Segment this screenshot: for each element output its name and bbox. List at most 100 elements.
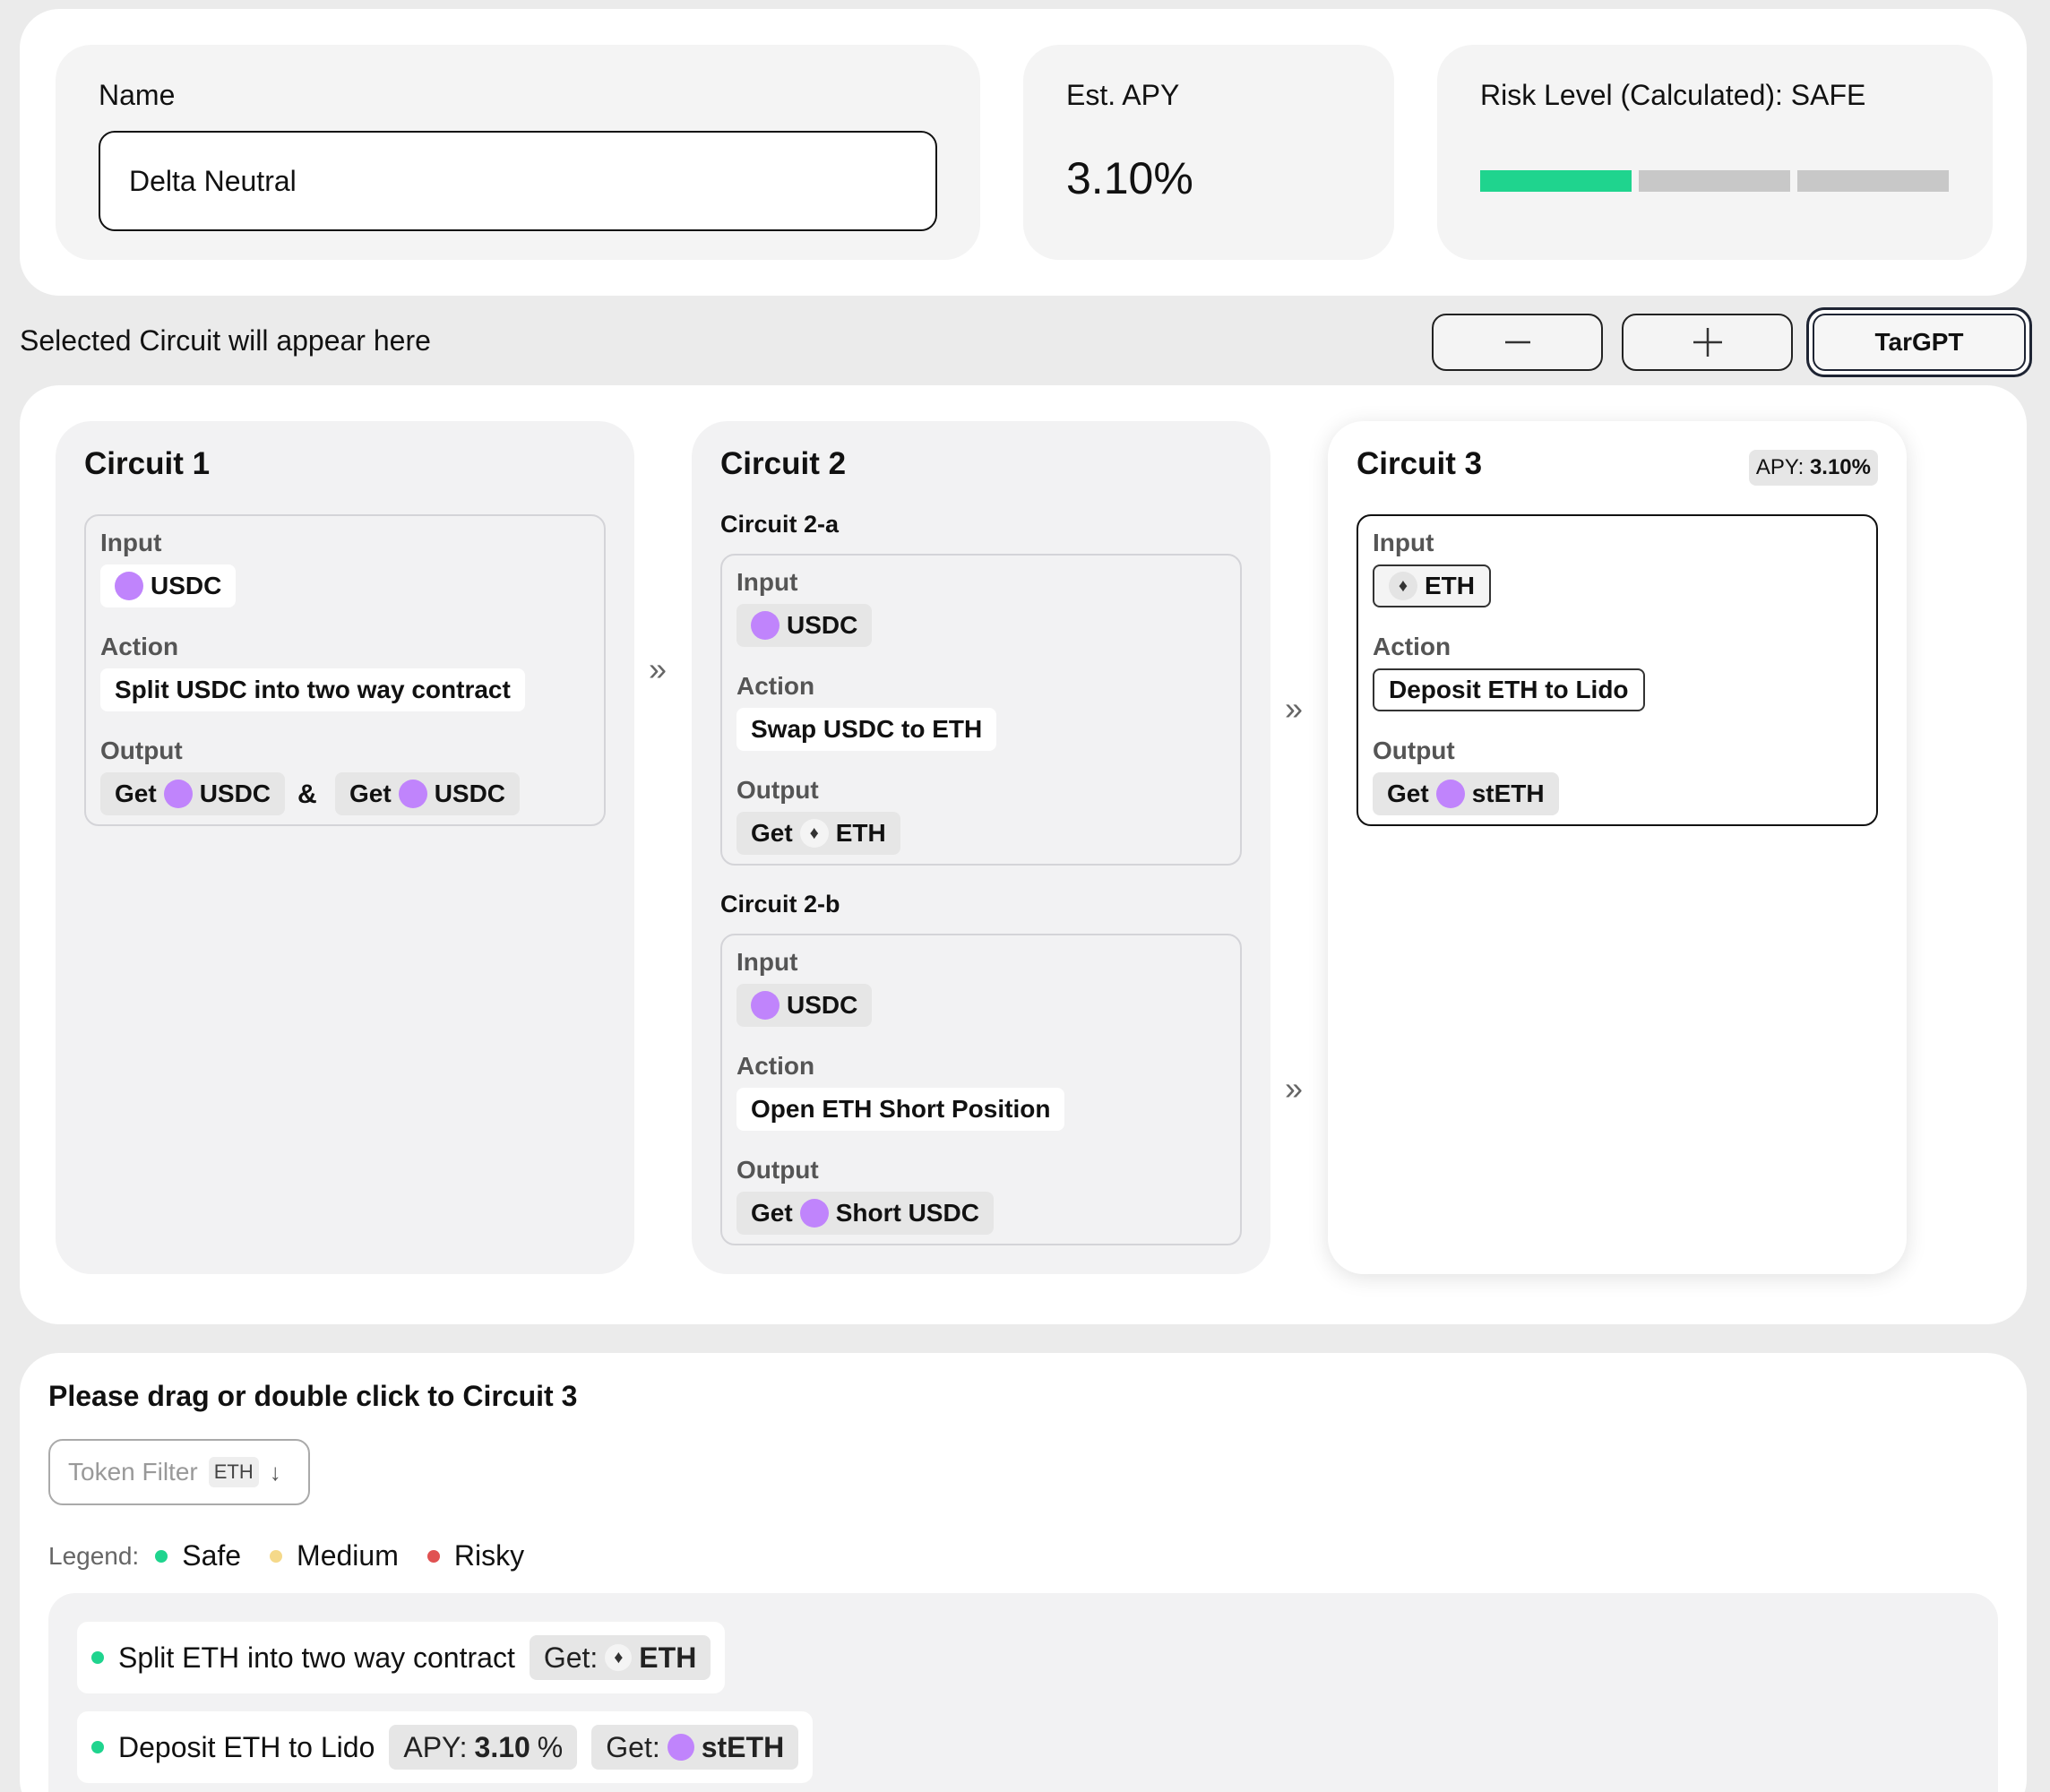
legend-label: Safe [182, 1539, 242, 1572]
risk-label: Risk Level (Calculated): SAFE [1480, 79, 1866, 111]
risk-meter [1480, 170, 1949, 192]
token-label: stETH [1471, 780, 1545, 807]
steth-token-icon [667, 1734, 694, 1761]
targpt-label: TarGPT [1813, 314, 2026, 371]
token-filter-select[interactable]: Token Filter ETH ↓ [48, 1439, 310, 1505]
usdc-token-icon [398, 780, 427, 808]
plus-icon [1693, 328, 1722, 357]
action-text: Swap USDC to ETH [751, 715, 983, 743]
action-chip: Open ETH Short Position [736, 1088, 1065, 1131]
circuit-step-box[interactable]: Input USDC Action Open ETH Short Positio… [720, 934, 1242, 1245]
name-label: Name [99, 79, 176, 111]
risk-card: Risk Level (Calculated): SAFE [1437, 45, 1993, 260]
apy-value: 3.10 [474, 1730, 530, 1763]
output-prefix: Get [349, 780, 392, 807]
name-input[interactable] [99, 131, 937, 231]
sub-circuit-title: Circuit 2-a [720, 511, 840, 538]
risk-legend: Legend: Safe Medium Risky [48, 1539, 537, 1572]
output-token-chip: Get stETH [1373, 772, 1559, 815]
get-prefix: Get: [606, 1730, 660, 1763]
apy-prefix: APY: [1755, 455, 1805, 479]
action-label: Action [736, 1052, 815, 1080]
circuits-panel: Circuit 1 Input USDC Action Split USDC i… [20, 385, 2027, 1324]
targpt-button[interactable]: TarGPT [1806, 307, 2032, 377]
output-prefix: Get [1387, 780, 1429, 807]
circuit-3-card[interactable]: Circuit 3 APY: 3.10% Input ♦ ETH Action … [1328, 421, 1907, 1274]
output-token-chip: Get USDC [100, 772, 286, 815]
strategy-list: Split ETH into two way contract Get: ♦ E… [48, 1593, 1998, 1792]
output-prefix: Get [751, 819, 793, 847]
output-prefix: Get [751, 1199, 793, 1227]
circuit-step-box[interactable]: Input ♦ ETH Action Deposit ETH to Lido O… [1357, 514, 1878, 826]
circuit-step-box[interactable]: Input USDC Action Swap USDC to ETH Outpu… [720, 554, 1242, 866]
legend-item-risky: Risky [426, 1539, 525, 1572]
apy-prefix: APY: [403, 1730, 468, 1763]
action-label: Action [1373, 633, 1451, 660]
medium-dot-icon [270, 1549, 283, 1563]
action-text: Deposit ETH to Lido [1389, 676, 1629, 703]
action-chip: Swap USDC to ETH [736, 708, 997, 751]
strategy-library-panel: Please drag or double click to Circuit 3… [20, 1353, 2027, 1792]
chevron-right-double-icon: » [649, 650, 668, 687]
input-label: Input [736, 568, 798, 596]
output-label: Output [736, 1156, 819, 1184]
and-separator: & [297, 780, 317, 809]
action-chip: Split USDC into two way contract [100, 668, 525, 711]
token-label: USDC [787, 991, 858, 1019]
input-token-chip: USDC [736, 604, 873, 647]
risk-bar-segment [1639, 170, 1790, 192]
circuit-step-box[interactable]: Input USDC Action Split USDC into two wa… [84, 514, 606, 826]
strategy-label: Deposit ETH to Lido [118, 1730, 375, 1763]
output-label: Output [736, 776, 819, 804]
token-label: USDC [434, 780, 506, 807]
strategy-header-panel: Name Est. APY 3.10% Risk Level (Calculat… [20, 9, 2027, 296]
token-label: ETH [835, 819, 886, 847]
apy-label: Est. APY [1066, 79, 1180, 111]
input-label: Input [100, 529, 162, 556]
legend-label: Risky [453, 1539, 525, 1572]
sub-circuit-title: Circuit 2-b [720, 891, 840, 918]
token-label: USDC [787, 611, 858, 639]
token-label: USDC [199, 780, 271, 807]
input-label: Input [1373, 529, 1434, 556]
legend-item-medium: Medium [270, 1539, 399, 1572]
legend-item-safe: Safe [155, 1539, 241, 1572]
get-pill: Get: ♦ ETH [529, 1635, 711, 1680]
zoom-in-button[interactable] [1622, 314, 1793, 371]
usdc-token-icon [115, 572, 143, 600]
legend-label: Medium [297, 1539, 399, 1572]
output-token-chip: Get Short USDC [736, 1192, 994, 1235]
minus-icon [1504, 340, 1530, 344]
get-pill: Get: stETH [591, 1725, 799, 1770]
safe-dot-icon [91, 1651, 104, 1664]
token-label: ETH [1425, 572, 1475, 599]
output-label: Output [1373, 737, 1455, 764]
circuit-2-card[interactable]: Circuit 2 Circuit 2-a Input USDC Action … [692, 421, 1270, 1274]
zoom-out-button[interactable] [1432, 314, 1603, 371]
token-label: ETH [639, 1641, 697, 1674]
circuit-1-card[interactable]: Circuit 1 Input USDC Action Split USDC i… [56, 421, 634, 1274]
action-label: Action [100, 633, 179, 660]
output-token-chip: Get USDC [335, 772, 521, 815]
apy-badge: APY: 3.10% [1748, 450, 1878, 486]
apy-badge-value: 3.10% [1809, 455, 1871, 479]
action-chip: Deposit ETH to Lido [1373, 668, 1645, 711]
filter-placeholder: Token Filter [68, 1458, 198, 1486]
apy-unit: % [537, 1730, 564, 1763]
selected-circuit-hint: Selected Circuit will appear here [20, 324, 431, 357]
chevron-right-double-icon: » [1285, 690, 1304, 727]
usdc-token-icon [751, 611, 780, 640]
legend-title: Legend: [48, 1541, 140, 1570]
chevron-right-double-icon: » [1285, 1070, 1304, 1107]
strategy-item[interactable]: Deposit ETH to Lido APY: 3.10 % Get: stE… [77, 1711, 814, 1783]
input-token-chip: USDC [736, 984, 873, 1027]
strategy-item[interactable]: Split ETH into two way contract Get: ♦ E… [77, 1622, 726, 1693]
token-label: USDC [151, 572, 222, 599]
name-card: Name [56, 45, 980, 260]
input-label: Input [736, 948, 798, 976]
input-token-chip: ♦ ETH [1373, 564, 1491, 607]
output-token-chip: Get ♦ ETH [736, 812, 900, 855]
eth-token-icon: ♦ [1389, 572, 1417, 600]
output-label: Output [100, 737, 183, 764]
token-label: stETH [701, 1730, 785, 1763]
